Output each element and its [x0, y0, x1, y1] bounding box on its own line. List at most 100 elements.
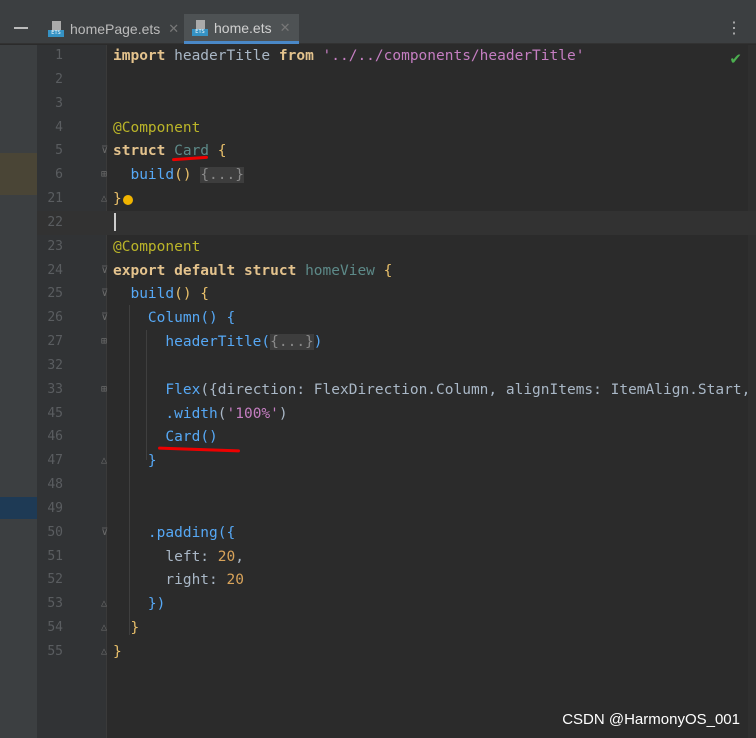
fold-marker-icon[interactable]: △ [101, 193, 110, 204]
fold-marker-icon[interactable]: ⊞ [101, 169, 110, 180]
line-number: 46 [47, 429, 63, 445]
line-number: 2 [55, 71, 63, 87]
code-line[interactable]: 46 Card() [37, 425, 756, 449]
code-token: @Component [113, 238, 201, 255]
code-line[interactable]: 22 [37, 210, 756, 235]
line-number: 1 [55, 48, 63, 63]
watermark: CSDN @HarmonyOS_001 [562, 711, 740, 728]
code-token: ) [313, 334, 323, 351]
code-token: Card [113, 429, 201, 446]
fold-marker-icon[interactable]: △ [101, 598, 110, 609]
line-number: 4 [55, 119, 63, 135]
fold-marker-icon[interactable]: ⊽ [101, 312, 110, 323]
check-icon[interactable]: ✔ [729, 50, 742, 68]
lightbulb-icon[interactable] [123, 195, 133, 205]
code-token: import [113, 48, 175, 64]
fold-marker-icon[interactable]: ⊽ [101, 145, 110, 156]
code-token: () { [200, 310, 236, 327]
code-token: headerTitle [113, 334, 262, 351]
line-number: 54 [47, 620, 63, 636]
code-line[interactable]: 27 ⊞ headerTitle({...}) [37, 330, 756, 354]
code-line[interactable]: 26 ⊽ Column() { [37, 306, 756, 330]
code-line[interactable]: 5 ⊽ struct Card { [37, 139, 756, 163]
code-token: from [278, 48, 323, 64]
code-line[interactable]: 25 ⊽ build() { [37, 282, 756, 306]
code-token: {...} [270, 334, 314, 351]
line-number: 5 [55, 143, 63, 159]
code-text: } [113, 616, 139, 640]
code-line[interactable]: 4 @Component [37, 116, 756, 140]
code-line[interactable]: 2 [37, 68, 756, 92]
code-line[interactable]: 51 left: 20, [37, 545, 756, 569]
line-number: 21 [47, 191, 63, 207]
code-token: ( [217, 405, 227, 422]
code-token: ({ [200, 381, 218, 398]
title-strip [0, 0, 756, 14]
fold-marker-icon[interactable]: ⊞ [101, 336, 110, 347]
code-token: export default struct [113, 262, 306, 279]
code-line[interactable]: 33 ⊞ Flex({direction: FlexDirection.Colum… [37, 378, 756, 402]
editor-tab-bar: ETS homePage.ets ✕ ETS home.ets ✕ ⋮ [0, 14, 756, 44]
code-line[interactable]: 1 import headerTitle from '../../componen… [37, 44, 756, 68]
code-token: () [200, 429, 218, 446]
code-text: } [113, 187, 122, 211]
line-number: 27 [47, 334, 63, 350]
code-line[interactable]: 52 right: 20 [37, 568, 756, 592]
code-token: Flex [113, 381, 201, 398]
code-text: build() { [113, 282, 209, 306]
fold-marker-icon[interactable]: ⊽ [101, 265, 110, 276]
code-text: }) [113, 592, 165, 616]
code-line[interactable]: 53 △ }) [37, 592, 756, 616]
code-line[interactable]: 32 [37, 354, 756, 378]
code-line[interactable]: 50 ⊽ .padding({ [37, 521, 756, 545]
code-token: 20 [226, 572, 244, 589]
code-token: '../../components/headerTitle' [322, 48, 585, 64]
minimize-icon[interactable] [14, 27, 28, 29]
close-icon[interactable]: ✕ [280, 20, 291, 36]
code-line[interactable]: 45 .width('100%') [37, 402, 756, 426]
code-line[interactable]: 54 △ } [37, 616, 756, 640]
line-number: 49 [47, 500, 63, 516]
code-line[interactable]: 24 ⊽ export default struct homeView { [37, 259, 756, 283]
code-line[interactable]: 48 [37, 473, 756, 497]
tab-homepage-ets[interactable]: ETS homePage.ets ✕ [40, 14, 187, 44]
line-number: 23 [47, 238, 63, 254]
code-text: .padding({ [113, 521, 235, 545]
tab-home-ets[interactable]: ETS home.ets ✕ [184, 14, 299, 44]
code-token: ({ [217, 524, 236, 541]
code-line[interactable]: 47 △ } [37, 449, 756, 473]
left-tool-strip [0, 45, 37, 738]
tab-label: home.ets [214, 19, 272, 36]
code-token: } [113, 191, 122, 208]
fold-marker-icon[interactable]: ⊽ [101, 288, 110, 299]
code-text: export default struct homeView { [113, 259, 392, 283]
more-options-icon[interactable]: ⋮ [726, 18, 742, 37]
fold-marker-icon[interactable]: △ [101, 455, 110, 466]
code-line[interactable]: 6 ⊞ build() {...} [37, 163, 756, 187]
fold-marker-icon[interactable]: ⊽ [101, 527, 110, 538]
code-text: build() {...} [113, 163, 244, 187]
code-line[interactable]: 23 @Component [37, 235, 756, 259]
code-token: '100%' [226, 405, 279, 422]
code-token: build [113, 167, 175, 184]
code-token: { [209, 143, 227, 160]
code-line[interactable]: 3 [37, 92, 756, 116]
code-token: { [374, 262, 393, 279]
line-number: 3 [55, 95, 63, 111]
line-number: 53 [47, 596, 63, 612]
line-number: 22 [47, 214, 63, 230]
fold-marker-icon[interactable]: ⊞ [101, 384, 110, 395]
close-icon[interactable]: ✕ [168, 21, 179, 37]
code-text: left: 20, [113, 545, 244, 569]
fold-marker-icon[interactable]: △ [101, 622, 110, 633]
fold-marker-icon[interactable]: △ [101, 646, 110, 657]
code-line[interactable]: 55 △} [37, 640, 756, 664]
line-number: 48 [47, 477, 63, 493]
code-line[interactable]: 21 △} [37, 187, 756, 211]
code-token: }) [113, 596, 166, 613]
code-line[interactable]: 49 [37, 497, 756, 521]
code-token: , [235, 548, 244, 565]
line-number: 33 [47, 381, 63, 397]
line-number: 6 [55, 167, 63, 183]
line-number: 51 [47, 548, 63, 564]
